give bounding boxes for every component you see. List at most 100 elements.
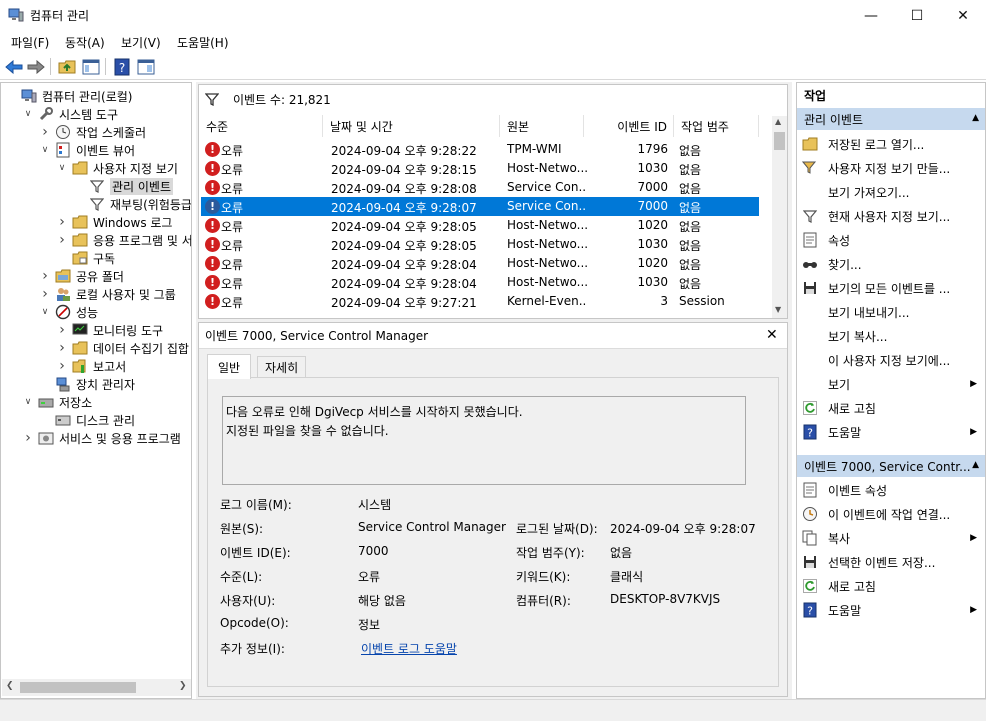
- event-row[interactable]: ! 오류 2024-09-04 오후 9:28:08 Service Con... 70…: [201, 178, 759, 197]
- action-item[interactable]: 이벤트 속성: [801, 479, 983, 501]
- column-header-event-id[interactable]: 이벤트 ID: [584, 115, 674, 137]
- show-hide-tree-icon[interactable]: [81, 57, 101, 77]
- event-row[interactable]: ! 오류 2024-09-04 오후 9:28:07 Service Con... 70…: [201, 197, 759, 216]
- tree-item[interactable]: › 응용 프로그램 및 서: [56, 231, 191, 249]
- expand-chevron-icon[interactable]: ›: [39, 286, 51, 302]
- tree-item[interactable]: › 모니터링 도구: [56, 321, 163, 339]
- event-row[interactable]: ! 오류 2024-09-04 오후 9:28:15 Host-Netwo... 103…: [201, 159, 759, 178]
- tab-general[interactable]: 일반: [207, 354, 252, 379]
- show-hide-action-pane-icon[interactable]: [136, 57, 156, 77]
- tree-item[interactable]: 컴퓨터 관리(로컬): [5, 87, 132, 105]
- expand-chevron-icon[interactable]: ›: [22, 430, 34, 446]
- action-item[interactable]: 보기의 모든 이벤트를 ...: [801, 277, 983, 299]
- scroll-left-icon[interactable]: ❮: [6, 681, 14, 691]
- tree-item[interactable]: 디스크 관리: [39, 411, 135, 429]
- minimize-button[interactable]: —: [848, 0, 894, 31]
- forward-arrow-icon[interactable]: [26, 57, 46, 77]
- tab-details[interactable]: 자세히: [257, 356, 307, 378]
- action-item[interactable]: 새로 고침: [801, 575, 983, 597]
- event-message[interactable]: 다음 오류로 인해 DgiVecp 서비스를 시작하지 못했습니다. 지정된 파…: [222, 396, 746, 485]
- action-item[interactable]: 찾기...: [801, 253, 983, 275]
- tree-item[interactable]: 관리 이벤트: [73, 177, 174, 195]
- collapse-chevron-icon[interactable]: ∨: [22, 397, 34, 407]
- actions-section-managed-events[interactable]: 관리 이벤트 ▲: [797, 108, 985, 130]
- expand-chevron-icon[interactable]: ›: [56, 340, 68, 356]
- up-folder-icon[interactable]: [57, 57, 77, 77]
- actions-section-event[interactable]: 이벤트 7000, Service Contr... ▲: [797, 455, 985, 477]
- action-item[interactable]: 보기 가져오기...: [801, 181, 983, 203]
- event-row[interactable]: ! 오류 2024-09-04 오후 9:28:04 Host-Netwo... 102…: [201, 254, 759, 273]
- tree-item[interactable]: ∨ 저장소: [22, 393, 92, 411]
- close-window-button[interactable]: ✕: [940, 0, 986, 31]
- tree-item[interactable]: ∨ 성능: [39, 303, 98, 321]
- action-item[interactable]: 이 사용자 지정 보기에...: [801, 349, 983, 371]
- action-item[interactable]: 저장된 로그 열기...: [801, 133, 983, 155]
- tree-item[interactable]: 장치 관리자: [39, 375, 135, 393]
- scrollbar-thumb[interactable]: [20, 682, 136, 693]
- expand-chevron-icon[interactable]: ›: [56, 214, 68, 230]
- action-item[interactable]: 보기 복사...: [801, 325, 983, 347]
- action-item[interactable]: 이 이벤트에 작업 연결...: [801, 503, 983, 525]
- logged-value: 2024-09-04 오후 9:28:07: [610, 522, 756, 536]
- menu-action[interactable]: 동작(A): [65, 34, 105, 51]
- expand-chevron-icon[interactable]: ›: [56, 232, 68, 248]
- action-item[interactable]: 보기 ▶: [801, 373, 983, 395]
- scroll-right-icon[interactable]: ❯: [179, 681, 187, 691]
- menu-help[interactable]: 도움말(H): [177, 34, 229, 51]
- column-header-source[interactable]: 원본: [500, 115, 584, 137]
- tree-item[interactable]: › 로컬 사용자 및 그룹: [39, 285, 176, 303]
- action-item[interactable]: 선택한 이벤트 저장...: [801, 551, 983, 573]
- tree-item[interactable]: 재부팅(위험등급: [73, 195, 191, 213]
- collapse-chevron-icon[interactable]: ∨: [39, 307, 51, 317]
- action-item[interactable]: 복사 ▶: [801, 527, 983, 549]
- action-item[interactable]: ? 도움말 ▶: [801, 599, 983, 621]
- collapse-icon[interactable]: ▲: [972, 113, 979, 123]
- tree-item[interactable]: ∨ 사용자 지정 보기: [56, 159, 178, 177]
- column-header-level[interactable]: 수준: [199, 115, 323, 137]
- tree-horizontal-scrollbar[interactable]: ❮ ❯: [2, 679, 191, 696]
- opcode-label: Opcode(O):: [220, 616, 289, 630]
- collapse-chevron-icon[interactable]: ∨: [22, 109, 34, 119]
- collapse-chevron-icon[interactable]: ∨: [56, 163, 68, 173]
- action-item[interactable]: 새로 고침: [801, 397, 983, 419]
- tree-item[interactable]: ∨ 이벤트 뷰어: [39, 141, 135, 159]
- event-row[interactable]: ! 오류 2024-09-04 오후 9:28:22 TPM-WMI 1796 없음: [201, 140, 759, 159]
- tree-item[interactable]: › 공유 폴더: [39, 267, 124, 285]
- tree-item[interactable]: › 작업 스케줄러: [39, 123, 146, 141]
- expand-chevron-icon[interactable]: ›: [56, 322, 68, 338]
- event-row[interactable]: ! 오류 2024-09-04 오후 9:27:21 Kernel-Even... 3 S…: [201, 292, 759, 311]
- collapse-icon[interactable]: ▲: [972, 460, 979, 470]
- tree-item[interactable]: › 보고서: [56, 357, 126, 375]
- column-header-datetime[interactable]: 날짜 및 시간: [323, 115, 500, 137]
- expand-chevron-icon[interactable]: ›: [39, 268, 51, 284]
- action-item[interactable]: 속성: [801, 229, 983, 251]
- action-item[interactable]: ? 도움말 ▶: [801, 421, 983, 443]
- tree-item[interactable]: 구독: [56, 249, 115, 267]
- event-log-help-link[interactable]: 이벤트 로그 도움말: [361, 640, 457, 657]
- scroll-up-icon[interactable]: ▲: [775, 117, 781, 126]
- close-icon[interactable]: ✕: [766, 327, 778, 343]
- action-item[interactable]: 보기 내보내기...: [801, 301, 983, 323]
- event-row[interactable]: ! 오류 2024-09-04 오후 9:28:04 Host-Netwo... 103…: [201, 273, 759, 292]
- expand-chevron-icon[interactable]: ›: [39, 124, 51, 140]
- tree-item[interactable]: › 데이터 수집기 집합: [56, 339, 189, 357]
- event-row[interactable]: ! 오류 2024-09-04 오후 9:28:05 Host-Netwo... 102…: [201, 216, 759, 235]
- scrollbar-thumb[interactable]: [774, 132, 785, 150]
- action-item[interactable]: 사용자 지정 보기 만들...: [801, 157, 983, 179]
- menu-view[interactable]: 보기(V): [121, 34, 161, 51]
- collapse-chevron-icon[interactable]: ∨: [39, 145, 51, 155]
- event-row[interactable]: ! 오류 2024-09-04 오후 9:28:05 Host-Netwo... 103…: [201, 235, 759, 254]
- tree-item[interactable]: ∨ 시스템 도구: [22, 105, 118, 123]
- filter-icon: [89, 196, 105, 212]
- expand-chevron-icon[interactable]: ›: [56, 358, 68, 374]
- tree-item[interactable]: › Windows 로그: [56, 213, 172, 231]
- scroll-down-icon[interactable]: ▼: [775, 305, 781, 314]
- event-list-vertical-scrollbar[interactable]: ▲ ▼: [772, 116, 787, 318]
- maximize-button[interactable]: ☐: [894, 0, 940, 31]
- column-header-task-category[interactable]: 작업 범주: [674, 115, 759, 137]
- menu-file[interactable]: 파일(F): [11, 34, 49, 51]
- back-arrow-icon[interactable]: [4, 57, 24, 77]
- help-toolbar-icon[interactable]: ?: [112, 57, 132, 77]
- action-item[interactable]: 현재 사용자 지정 보기...: [801, 205, 983, 227]
- tree-item[interactable]: › 서비스 및 응용 프로그램: [22, 429, 181, 447]
